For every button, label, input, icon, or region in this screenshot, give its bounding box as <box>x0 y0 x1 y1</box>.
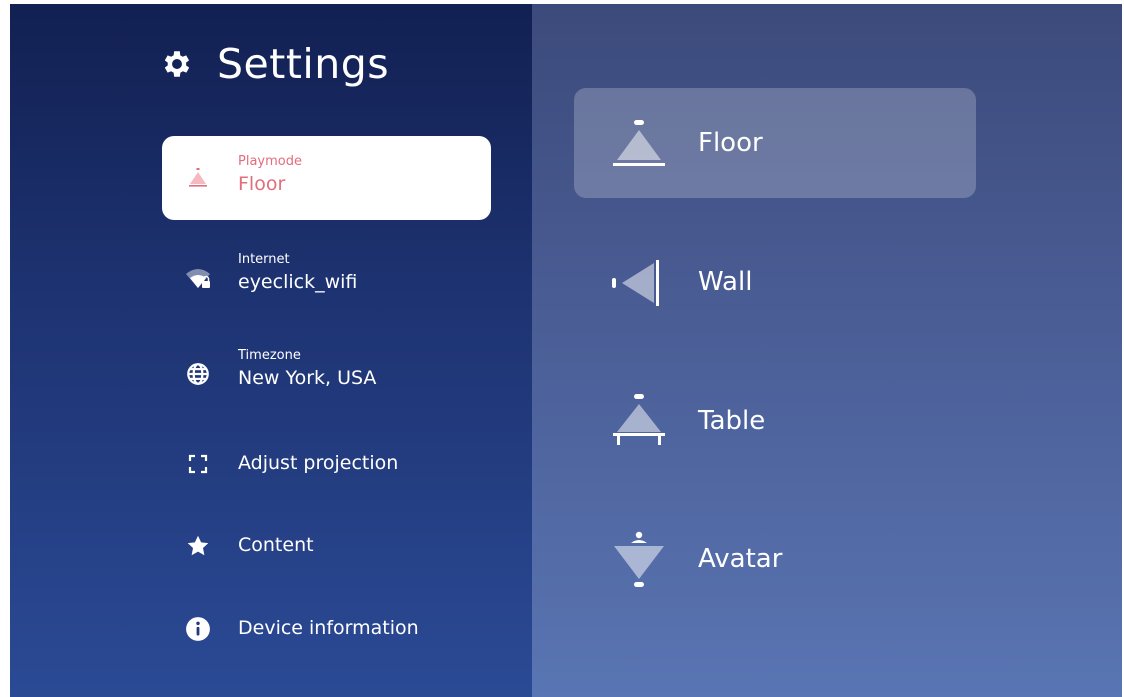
playmode-option-label: Floor <box>698 128 763 158</box>
playmode-option-table[interactable]: Table <box>574 366 976 476</box>
menu-item-timezone[interactable]: Timezone New York, USA <box>162 344 491 404</box>
playmode-option-label: Avatar <box>698 544 783 574</box>
table-projection-icon <box>613 394 665 445</box>
playmode-option-wall[interactable]: Wall <box>574 227 976 337</box>
menu-item-label: Internet <box>238 252 290 267</box>
wifi-lock-icon <box>184 264 212 292</box>
page-title: Settings <box>217 40 390 88</box>
frame-corners-icon <box>184 450 212 478</box>
menu-item-content[interactable]: Content <box>162 526 491 566</box>
menu-item-label: Playmode <box>238 154 302 169</box>
menu-item-adjust-projection[interactable]: Adjust projection <box>162 444 491 484</box>
info-icon <box>184 615 212 643</box>
menu-item-value: eyeclick_wifi <box>238 271 358 293</box>
menu-item-playmode[interactable]: Playmode Floor <box>162 136 491 220</box>
settings-sidebar: Settings Playmode Floor Internet eyeclic… <box>10 4 532 697</box>
playmode-option-floor[interactable]: Floor <box>574 88 976 198</box>
star-icon <box>184 532 212 560</box>
menu-item-value: Floor <box>238 173 286 195</box>
menu-item-label: Device information <box>238 617 419 639</box>
floor-projection-icon <box>613 120 665 166</box>
settings-screen: Settings Playmode Floor Internet eyeclic… <box>10 4 1122 697</box>
playmode-option-label: Table <box>698 406 766 436</box>
globe-icon <box>184 360 212 388</box>
menu-item-value: New York, USA <box>238 367 377 389</box>
playmode-option-avatar[interactable]: Avatar <box>574 504 976 614</box>
settings-header: Settings <box>160 40 389 88</box>
gear-icon <box>164 51 190 77</box>
wall-projection-icon <box>612 260 659 306</box>
menu-item-label: Adjust projection <box>238 452 399 474</box>
menu-item-internet[interactable]: Internet eyeclick_wifi <box>162 248 491 308</box>
playmode-option-label: Wall <box>698 267 753 297</box>
projector-floor-icon <box>184 164 212 192</box>
avatar-projection-icon <box>614 531 664 587</box>
menu-item-device-information[interactable]: Device information <box>162 609 491 649</box>
menu-item-label: Timezone <box>238 348 301 363</box>
menu-item-label: Content <box>238 534 314 556</box>
